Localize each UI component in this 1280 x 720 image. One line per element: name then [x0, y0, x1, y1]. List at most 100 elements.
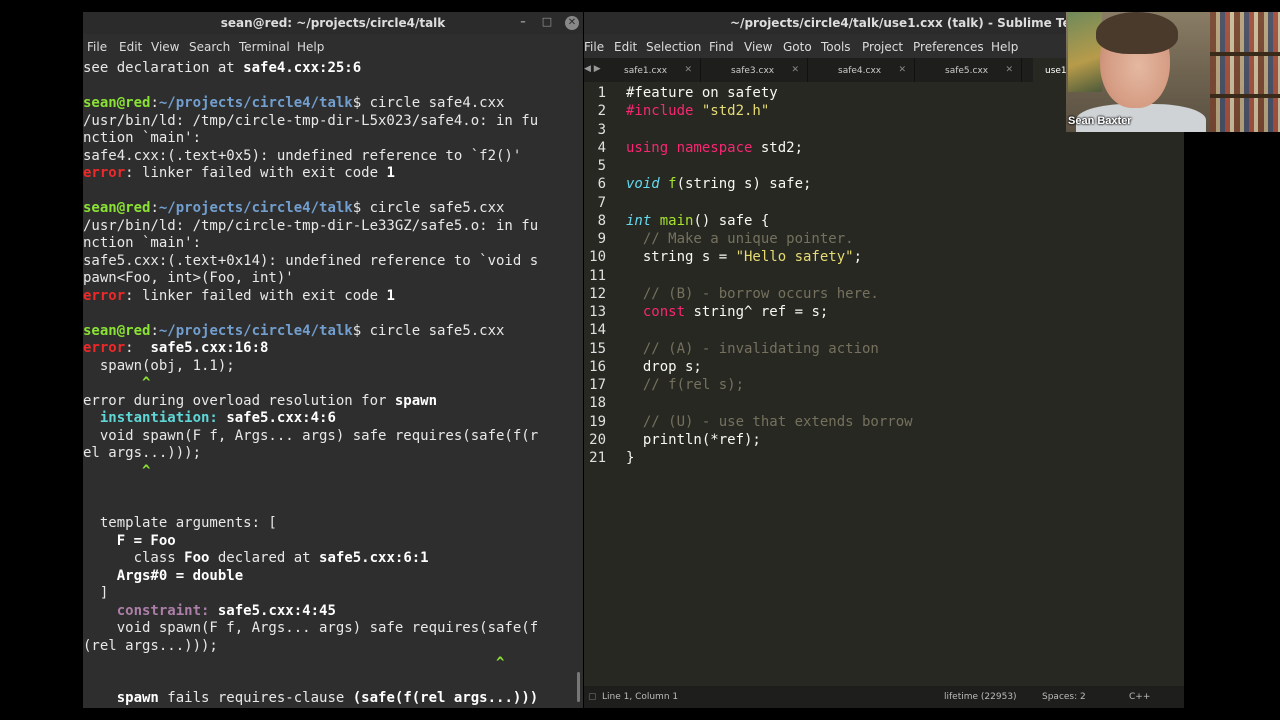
code-token: // (B) - borrow occurs here. — [626, 285, 879, 302]
indentation-setting[interactable]: Spaces: 2 — [1042, 692, 1086, 702]
terminal-text: : — [150, 322, 159, 339]
tab-safe5[interactable]: safe5.cxx ✕ — [915, 58, 1022, 82]
line-number: 21 — [589, 450, 606, 466]
terminal-line: /usr/bin/ld: /tmp/circle-tmp-dir-Le33GZ/… — [83, 218, 583, 236]
terminal-text: error — [83, 287, 126, 304]
code-text: string s = "Hello safety"; — [626, 248, 862, 266]
terminal-text: /usr/bin/ld: /tmp/circle-tmp-dir-Le33GZ/… — [83, 217, 539, 234]
close-icon[interactable]: ✕ — [565, 16, 579, 30]
terminal-title: sean@red: ~/projects/circle4/talk — [220, 16, 446, 30]
maximize-icon[interactable]: □ — [541, 16, 553, 28]
code-editor[interactable]: 1 #feature on safety 2 #include "std2.h" 3 4 u… — [584, 84, 1184, 467]
line-number: 20 — [589, 431, 606, 448]
terminal-line: void spawn(F f, Args... args) safe requi… — [83, 620, 583, 638]
menu-tools[interactable]: Tools — [821, 40, 851, 54]
code-text: int main() safe { — [626, 212, 769, 230]
terminal-text: template arguments: [ — [83, 515, 277, 531]
code-line: 7 — [584, 194, 1184, 212]
terminal-text: sean@red — [83, 95, 151, 111]
code-text: } — [626, 449, 634, 467]
terminal-line: Args#0 = double — [83, 568, 583, 586]
terminal-text: /usr/bin/ld: /tmp/circle-tmp-dir-L5x023/… — [83, 112, 539, 129]
lifetime-status: lifetime (22953) — [944, 692, 1017, 702]
code-text: println(*ref); — [626, 431, 761, 449]
terminal-text: nction `main': — [83, 130, 202, 146]
code-line: 4 using namespace std2; — [584, 139, 1184, 157]
terminal-text: (rel args...))); — [83, 637, 218, 654]
menu-project[interactable]: Project — [862, 40, 903, 54]
code-token: println(*ref); — [626, 431, 761, 448]
close-icon[interactable]: ✕ — [898, 65, 906, 75]
tab-safe3[interactable]: safe3.cxx ✕ — [701, 58, 808, 82]
code-token: using namespace — [626, 139, 761, 156]
code-token: "std2.h" — [701, 103, 770, 120]
cursor-position: Line 1, Column 1 — [602, 692, 679, 702]
line-number: 15 — [589, 340, 606, 357]
terminal-text: sean@red — [83, 322, 151, 339]
line-number: 19 — [589, 413, 606, 430]
minimize-icon[interactable]: – — [517, 16, 529, 28]
code-line: 9 // Make a unique pointer. — [584, 230, 1184, 248]
menu-edit[interactable]: Edit — [614, 40, 637, 54]
terminal-line: ] — [83, 585, 583, 603]
close-icon[interactable]: ✕ — [1005, 65, 1013, 75]
close-icon[interactable]: ✕ — [684, 65, 692, 75]
terminal-line: class Foo declared at safe5.cxx:6:1 — [83, 550, 583, 568]
menu-edit[interactable]: Edit — [119, 40, 142, 54]
terminal-text: safe5.cxx:6:1 — [319, 550, 429, 566]
code-text: #include "std2.h" — [626, 102, 769, 120]
terminal-text: spawn — [394, 392, 438, 409]
menu-find[interactable]: Find — [709, 40, 734, 54]
code-line: 19 // (U) - use that extends borrow — [584, 413, 1184, 431]
tab-safe1[interactable]: safe1.cxx ✕ — [594, 58, 701, 82]
terminal-text: safe5.cxx:(.text+0x14): undefined refere… — [83, 252, 539, 269]
terminal-line: template arguments: [ — [83, 515, 583, 533]
close-icon[interactable]: ✕ — [791, 65, 799, 75]
terminal-line: /usr/bin/ld: /tmp/circle-tmp-dir-L5x023/… — [83, 113, 583, 131]
code-line: 16 drop s; — [584, 358, 1184, 376]
code-token: f — [668, 176, 677, 193]
terminal-output[interactable]: see declaration at safe4.cxx:25:6 sean@re… — [83, 60, 583, 708]
tab-safe4[interactable]: safe4.cxx ✕ — [808, 58, 915, 82]
code-token: ; — [853, 249, 863, 266]
line-number: 14 — [589, 322, 606, 339]
menu-preferences[interactable]: Preferences — [913, 40, 984, 54]
code-text: // (U) - use that extends borrow — [626, 413, 913, 431]
menu-view[interactable]: View — [744, 40, 772, 54]
menu-file[interactable]: File — [87, 40, 107, 54]
wall-painting — [1068, 12, 1102, 92]
menu-file[interactable]: File — [584, 40, 604, 54]
terminal-line: ^ — [83, 375, 583, 393]
menu-help[interactable]: Help — [297, 40, 324, 54]
code-line: 17 // f(rel s); — [584, 376, 1184, 394]
code-line: 11 — [584, 267, 1184, 285]
syntax-setting[interactable]: C++ — [1129, 692, 1150, 702]
panel-toggle-icon[interactable]: ▢ — [588, 692, 597, 702]
line-number: 2 — [597, 103, 606, 120]
code-token: #include — [626, 103, 702, 120]
terminal-window[interactable]: sean@red: ~/projects/circle4/talk – □ ✕ … — [83, 12, 583, 708]
code-line: 6 void f(string s) safe; — [584, 175, 1184, 193]
menu-goto[interactable]: Goto — [783, 40, 812, 54]
terminal-text: $ circle safe4.cxx — [352, 95, 505, 111]
menu-selection[interactable]: Selection — [646, 40, 701, 54]
terminal-line: sean@red:~/projects/circle4/talk$ circle… — [83, 323, 583, 341]
terminal-scrollbar[interactable] — [577, 672, 580, 702]
code-line: 13 const string^ ref = s; — [584, 303, 1184, 321]
terminal-text: : — [125, 340, 151, 356]
code-text: // Make a unique pointer. — [626, 230, 854, 248]
terminal-text: : linker failed with exit code — [125, 165, 387, 181]
menu-help[interactable]: Help — [991, 40, 1018, 54]
line-number: 12 — [589, 285, 606, 302]
code-text: void f(string s) safe; — [626, 175, 811, 193]
terminal-line: safe4.cxx:(.text+0x5): undefined referen… — [83, 148, 583, 166]
menu-view[interactable]: View — [151, 40, 179, 54]
menu-search[interactable]: Search — [189, 40, 230, 54]
menu-terminal[interactable]: Terminal — [239, 40, 290, 54]
speaker-name: Sean Baxter — [1068, 115, 1132, 127]
code-token: const — [642, 304, 686, 320]
